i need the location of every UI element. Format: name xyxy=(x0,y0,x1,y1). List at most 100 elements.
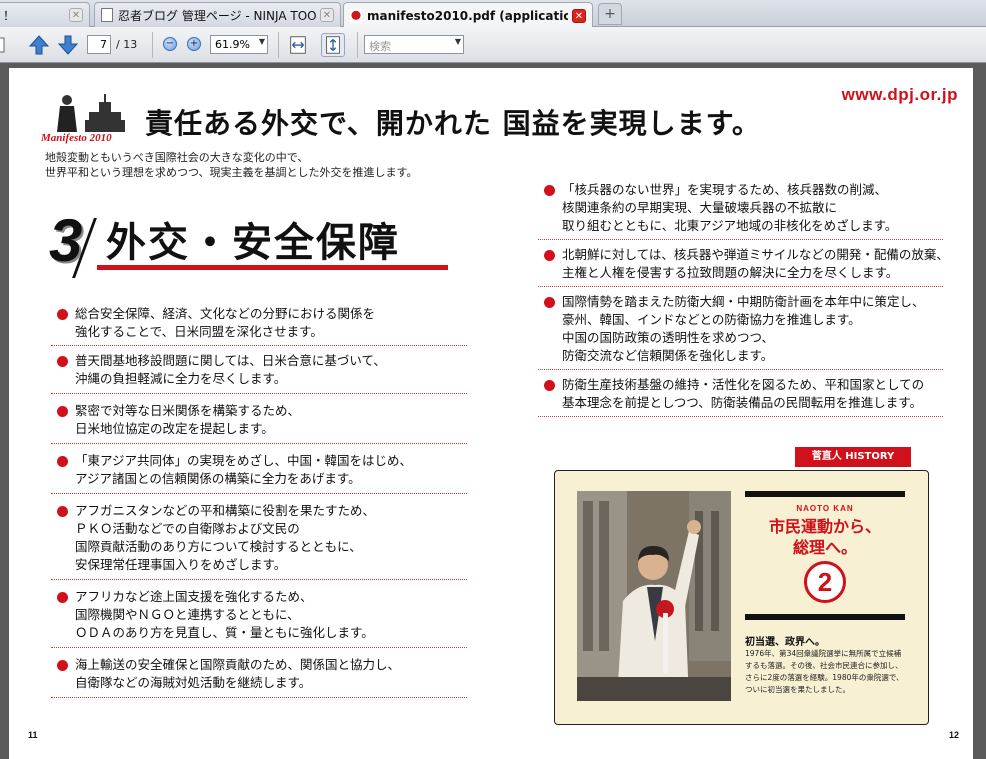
logo-text: Manifesto 2010 xyxy=(41,132,112,144)
item-line: 国際情勢を踏まえた防衛大綱・中期防衛計画を本年中に策定し、 xyxy=(562,294,925,309)
item-line: 安保理常任理事国入りをめざします。 xyxy=(75,557,287,572)
title-line: 総理へ。 xyxy=(792,538,857,557)
manifesto-logo: Manifesto 2010 xyxy=(41,90,131,144)
chevron-down-icon: ▼ xyxy=(454,37,461,46)
toolbar-divider xyxy=(152,32,153,58)
next-page-icon[interactable] xyxy=(56,33,80,57)
list-item: 「核兵器のない世界」を実現するため、核兵器数の削減、 核関連条約の早期実現、大量… xyxy=(538,181,943,240)
body-line: するも落選。その後、社会市民連合に参加し、 xyxy=(745,661,903,670)
pdf-icon xyxy=(350,8,362,23)
close-tab-icon[interactable]: ✕ xyxy=(69,8,83,22)
photo-image xyxy=(577,491,731,701)
item-line: 強化することで、日米同盟を深化させます。 xyxy=(75,324,323,339)
item-line: 防衛交流など信頼関係を強化します。 xyxy=(562,348,774,363)
title-line: 市民運動から、 xyxy=(768,517,881,536)
logo-graphic xyxy=(57,94,125,132)
close-tab-icon[interactable]: ✕ xyxy=(572,8,586,23)
item-line: 緊密で対等な日米関係を構築するため、 xyxy=(75,403,301,418)
bullet-icon xyxy=(57,456,68,467)
list-item: 「東アジア共同体」の実現をめざし、中国・韓国をはじめ、 アジア諸国との信頼関係の… xyxy=(51,452,467,494)
history-title: 市民運動から、 総理へ。 xyxy=(745,516,905,558)
list-item: 北朝鮮に対しては、核兵器や弾道ミサイルなどの開発・配備の放棄、 主権と人権を侵害… xyxy=(538,246,949,287)
pdf-toolbar: 7 / 13 − + 61.9% ▼ 検索 ▼ xyxy=(0,27,986,63)
item-line: 総合安全保障、経済、文化などの分野における関係を xyxy=(75,306,376,321)
bullet-icon xyxy=(544,185,555,196)
bullet-icon xyxy=(57,506,68,517)
search-placeholder: 検索 xyxy=(369,40,391,53)
divider-bar xyxy=(745,491,905,497)
item-line: 中国の国防政策の透明性を求めつつ、 xyxy=(562,330,775,345)
pdf-page-spread: www.dpj.or.jp Manifesto 2010 責任ある外交で、開かれ… xyxy=(9,68,973,759)
item-line: 「核兵器のない世界」を実現するため、核兵器数の削減、 xyxy=(562,182,888,197)
zoom-in-icon[interactable]: + xyxy=(187,37,201,51)
item-line: 豪州、韓国、インドなどとの防衛協力を推進します。 xyxy=(562,312,861,327)
history-body: 1976年、第34回衆議院選挙に無所属で立候補 するも落選。その後、社会市民連合… xyxy=(745,648,917,696)
item-line: 普天間基地移設問題に関しては、日米合意に基づいて、 xyxy=(75,353,386,368)
page-number-input[interactable]: 7 xyxy=(87,35,111,54)
left-policy-list: 総合安全保障、経済、文化などの分野における関係を 強化することで、日米同盟を深化… xyxy=(51,305,467,698)
page-headline: 責任ある外交で、開かれた 国益を実現します。 xyxy=(145,107,761,140)
list-item: 総合安全保障、経済、文化などの分野における関係を 強化することで、日米同盟を深化… xyxy=(51,305,467,346)
fit-width-icon[interactable] xyxy=(286,33,310,57)
item-line: 基本理念を前提としつつ、防衛装備品の民間転用を推進します。 xyxy=(562,395,923,410)
list-item: 緊密で対等な日米関係を構築するため、 日米地位協定の改定を提起します。 xyxy=(51,402,467,444)
toolbar-divider xyxy=(278,32,279,58)
divider-bar xyxy=(745,614,905,620)
pdf-viewport[interactable]: www.dpj.or.jp Manifesto 2010 責任ある外交で、開かれ… xyxy=(0,63,986,759)
item-line: 主権と人権を侵害する拉致問題の解決に全力を尽くします。 xyxy=(562,265,899,280)
tab-title: ！ xyxy=(3,8,16,23)
history-tag: 菅直人 HISTORY xyxy=(795,447,911,467)
intro-line: 地殻変動ともいうべき国際社会の大きな変化の中で、 xyxy=(45,151,309,164)
close-tab-icon[interactable]: ✕ xyxy=(320,8,334,22)
section-title: 外交・安全保障 xyxy=(106,220,400,266)
tab-first[interactable]: ！ ✕ xyxy=(0,2,90,27)
bullet-icon xyxy=(544,380,555,391)
tab-ninja-tools[interactable]: 忍者ブログ 管理ページ - NINJA TOOLS ✕ xyxy=(94,2,341,27)
bullet-icon xyxy=(544,250,555,261)
page-total: / 13 xyxy=(116,38,138,51)
item-line: 国際貢献活動のあり方について検討するとともに、 xyxy=(75,539,362,554)
tab-manifesto-pdf[interactable]: manifesto2010.pdf (application... ✕ xyxy=(343,2,593,28)
history-subtitle: 初当選、政界へ。 xyxy=(745,637,825,648)
body-line: ついに初当選を果たしました。 xyxy=(745,685,850,694)
browser-tab-strip: ！ ✕ 忍者ブログ 管理ページ - NINJA TOOLS ✕ manifest… xyxy=(0,0,986,28)
body-line: 1976年、第34回衆議院選挙に無所属で立候補 xyxy=(745,649,902,658)
item-line: アジア諸国との信頼関係の構築に全力をあげます。 xyxy=(75,471,361,486)
candidate-photo xyxy=(577,491,731,701)
item-line: 取り組むとともに、北東アジア地域の非核化をめざします。 xyxy=(562,218,898,233)
item-line: ＰＫＯ活動などでの自衛隊および文民の xyxy=(75,521,300,536)
section-underline xyxy=(97,265,448,270)
chevron-down-icon: ▼ xyxy=(258,37,265,46)
item-line: 沖縄の負担軽減に全力を尽くします。 xyxy=(75,371,287,386)
list-item: 海上輸送の安全確保と国際貢献のため、関係国と協力し、 自衛隊などの海賊対処活動を… xyxy=(51,656,467,698)
bullet-icon xyxy=(57,309,68,320)
intro-text: 地殻変動ともいうべき国際社会の大きな変化の中で、 世界平和という理想を求めつつ、… xyxy=(45,150,417,180)
item-line: 国際機関やＮＧＯと連携するとともに、 xyxy=(75,607,300,622)
list-item: 防衛生産技術基盤の維持・活性化を図るため、平和国家としての 基本理念を前提としつ… xyxy=(538,376,943,417)
new-tab-button[interactable]: + xyxy=(598,3,622,25)
zoom-out-icon[interactable]: − xyxy=(163,37,177,51)
item-line: ＯＤＡのあり方を見直し、質・量ともに強化します。 xyxy=(75,625,374,640)
body-line: さらに2度の落選を経験。1980年の衆院選で、 xyxy=(745,673,904,682)
tab-title: 忍者ブログ 管理ページ - NINJA TOOLS xyxy=(118,8,316,23)
item-line: 核関連条約の早期実現、大量破壊兵器の不拡散に xyxy=(562,200,838,215)
site-url: www.dpj.or.jp xyxy=(841,85,958,104)
list-item: アフガニスタンなどの平和構築に役割を果たすため、 ＰＫＯ活動などでの自衛隊および… xyxy=(51,502,467,580)
previous-page-icon[interactable] xyxy=(27,33,51,57)
fit-page-icon[interactable] xyxy=(321,33,345,57)
item-line: 防衛生産技術基盤の維持・活性化を図るため、平和国家としての xyxy=(562,377,925,392)
item-line: アフリカなど途上国支援を強化するため、 xyxy=(75,589,313,604)
list-item: アフリカなど途上国支援を強化するため、 国際機関やＮＧＯと連携するとともに、 Ｏ… xyxy=(51,588,467,648)
bullet-icon xyxy=(57,356,68,367)
search-input[interactable]: 検索 ▼ xyxy=(364,35,464,54)
print-icon[interactable] xyxy=(0,35,6,55)
page-number-left: 11 xyxy=(28,730,38,740)
list-item: 普天間基地移設問題に関しては、日米合意に基づいて、 沖縄の負担軽減に全力を尽くし… xyxy=(51,352,467,394)
right-policy-list: 「核兵器のない世界」を実現するため、核兵器数の削減、 核関連条約の早期実現、大量… xyxy=(538,181,949,417)
item-line: 海上輸送の安全確保と国際貢献のため、関係国と協力し、 xyxy=(75,657,401,672)
item-line: 北朝鮮に対しては、核兵器や弾道ミサイルなどの開発・配備の放棄、 xyxy=(562,247,949,262)
item-line: 「東アジア共同体」の実現をめざし、中国・韓国をはじめ、 xyxy=(75,453,413,468)
bullet-icon xyxy=(57,592,68,603)
zoom-select[interactable]: 61.9% ▼ xyxy=(210,35,268,54)
bullet-icon xyxy=(544,297,555,308)
